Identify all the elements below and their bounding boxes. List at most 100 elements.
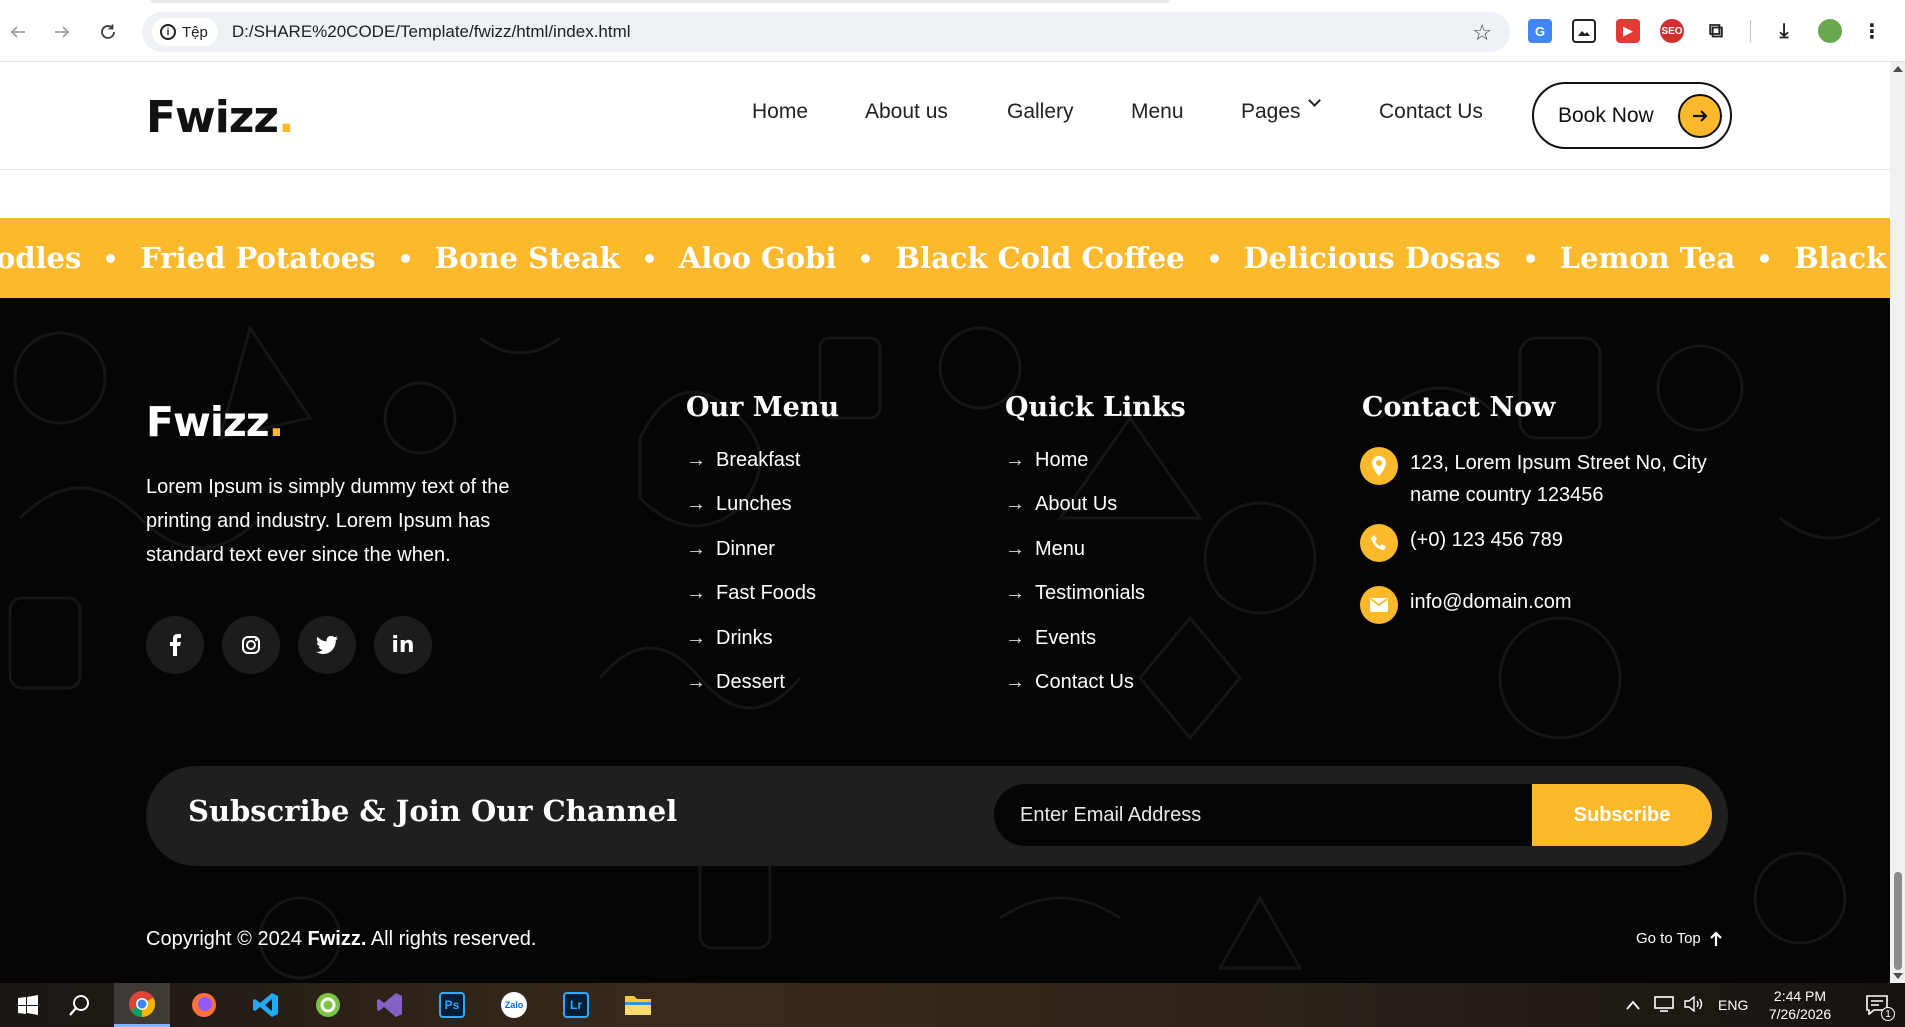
quick-link[interactable]: → Events [1005, 616, 1145, 661]
scroll-up-icon[interactable] [1893, 66, 1903, 72]
quick-links-title: Quick Links [1005, 392, 1186, 423]
bookmark-star-icon[interactable]: ☆ [1472, 20, 1492, 46]
email-address[interactable]: info@domain.com [1410, 586, 1571, 618]
social-links: in [146, 616, 432, 674]
subscribe-title: Subscribe & Join Our Channel [188, 794, 678, 828]
facebook-link[interactable] [146, 616, 204, 674]
linkedin-link[interactable]: in [374, 616, 432, 674]
profile-avatar[interactable] [1818, 19, 1842, 43]
search-icon [69, 995, 89, 1016]
chevron-up-icon[interactable] [1626, 997, 1640, 1013]
network-icon[interactable] [1654, 995, 1674, 1015]
marquee-separator-dot [1209, 253, 1219, 263]
nav-pages[interactable]: Pages [1241, 94, 1321, 124]
chrome-icon [129, 990, 156, 1017]
taskbar-chrome[interactable] [114, 983, 170, 1027]
quick-link[interactable]: → About Us [1005, 483, 1145, 528]
arrow-right-icon: → [1005, 448, 1025, 471]
envelope-icon [1360, 586, 1398, 624]
menu-link[interactable]: → Dessert [686, 661, 816, 706]
taskbar-lightroom[interactable]: Lr [548, 983, 604, 1027]
puzzle-extensions-icon[interactable]: ⧉ [1704, 19, 1728, 43]
back-button[interactable] [4, 18, 32, 46]
search-button[interactable] [52, 983, 108, 1027]
taskbar-firefox[interactable] [176, 983, 232, 1027]
quick-link[interactable]: → Menu [1005, 527, 1145, 572]
browser-chrome: i Tệp D:/SHARE%20CODE/Template/fwizz/htm… [0, 0, 1905, 62]
taskbar-app-green[interactable] [300, 983, 356, 1027]
site-footer: Fwizz. Lorem Ipsum is simply dummy text … [0, 298, 1890, 983]
page-scrollbar[interactable] [1890, 62, 1905, 983]
arrow-right-icon: → [686, 671, 706, 694]
taskbar-file-explorer[interactable] [610, 983, 666, 1027]
url-text[interactable]: D:/SHARE%20CODE/Template/fwizz/html/inde… [232, 22, 631, 42]
quick-link[interactable]: → Testimonials [1005, 572, 1145, 617]
scrollbar-thumb[interactable] [1894, 872, 1902, 970]
nav-gallery[interactable]: Gallery [1007, 100, 1074, 124]
phone-icon [1360, 524, 1398, 562]
reload-button[interactable] [94, 18, 122, 46]
phone-number[interactable]: (+0) 123 456 789 [1410, 524, 1563, 556]
header-logo[interactable]: Fwizz. [146, 92, 295, 143]
footer-logo[interactable]: Fwizz. [146, 398, 284, 446]
photoshop-icon: Ps [439, 992, 465, 1018]
arrow-right-icon [1678, 94, 1722, 138]
volume-icon[interactable] [1684, 995, 1704, 1015]
site-info-label: Tệp [182, 23, 208, 41]
quick-link[interactable]: → Contact Us [1005, 661, 1145, 706]
nav-menu[interactable]: Menu [1131, 100, 1184, 124]
menu-kebab-icon[interactable]: ⋮ [1860, 19, 1884, 43]
arrow-right-icon: → [1005, 582, 1025, 605]
marquee-item: Black Cold Coffee [895, 241, 1185, 275]
language-indicator[interactable]: ENG [1718, 997, 1748, 1013]
refresh-app-icon [316, 993, 340, 1017]
image-extension-icon[interactable] [1572, 19, 1596, 43]
menu-link[interactable]: → Breakfast [686, 438, 816, 483]
arrow-right-icon: → [1005, 537, 1025, 560]
twitter-link[interactable] [298, 616, 356, 674]
arrow-right-icon [55, 26, 70, 38]
quick-link[interactable]: → Home [1005, 438, 1145, 483]
start-button[interactable] [0, 983, 56, 1027]
video-extension-icon[interactable]: ▶ [1616, 19, 1640, 43]
nav-contact-us[interactable]: Contact Us [1379, 100, 1483, 124]
marquee-item: Noodles [0, 241, 82, 275]
arrow-right-icon: → [1005, 493, 1025, 516]
menu-link[interactable]: → Drinks [686, 616, 816, 661]
marquee-separator-dot [106, 253, 116, 263]
taskbar-photoshop[interactable]: Ps [424, 983, 480, 1027]
site-info-chip[interactable]: i Tệp [152, 18, 218, 46]
menu-link[interactable]: → Lunches [686, 483, 816, 528]
taskbar-visual-studio[interactable] [362, 983, 418, 1027]
instagram-link[interactable] [222, 616, 280, 674]
download-icon[interactable]: ⤓ [1772, 19, 1796, 43]
arrow-right-icon: → [1005, 626, 1025, 649]
menu-link[interactable]: → Dinner [686, 527, 816, 572]
translate-extension-icon[interactable]: G [1528, 19, 1552, 43]
firefox-icon [192, 993, 216, 1017]
taskbar-zalo[interactable]: Zalo [486, 983, 542, 1027]
arrow-right-icon: → [686, 626, 706, 649]
nav-home[interactable]: Home [752, 100, 808, 124]
location-pin-icon [1360, 447, 1398, 485]
reload-icon [101, 24, 115, 39]
go-to-top-link[interactable]: Go to Top [1636, 930, 1723, 947]
visual-studio-icon [377, 993, 402, 1017]
forward-button[interactable] [48, 18, 76, 46]
folder-icon [625, 996, 651, 1015]
notification-center-button[interactable]: 1 [1849, 983, 1905, 1027]
address-bar[interactable]: i Tệp D:/SHARE%20CODE/Template/fwizz/htm… [142, 12, 1510, 52]
nav-about-us[interactable]: About us [865, 100, 948, 124]
seo-extension-icon[interactable]: SEO [1660, 19, 1684, 43]
vscode-icon [253, 993, 278, 1017]
subscribe-button[interactable]: Subscribe [1532, 784, 1712, 846]
menu-link[interactable]: → Fast Foods [686, 572, 816, 617]
linkedin-icon: in [391, 632, 415, 658]
arrow-right-icon: → [686, 582, 706, 605]
scroll-down-icon[interactable] [1893, 973, 1903, 979]
taskbar-vscode[interactable] [238, 983, 294, 1027]
taskbar-clock[interactable]: 2:44 PM 7/26/2026 [1758, 987, 1842, 1023]
subscribe-email-input[interactable] [994, 784, 1534, 846]
marquee-track: Noodles Fried Potatoes Bone Steak Aloo Gobi… [0, 218, 1890, 298]
book-now-button[interactable]: Book Now [1532, 82, 1732, 149]
